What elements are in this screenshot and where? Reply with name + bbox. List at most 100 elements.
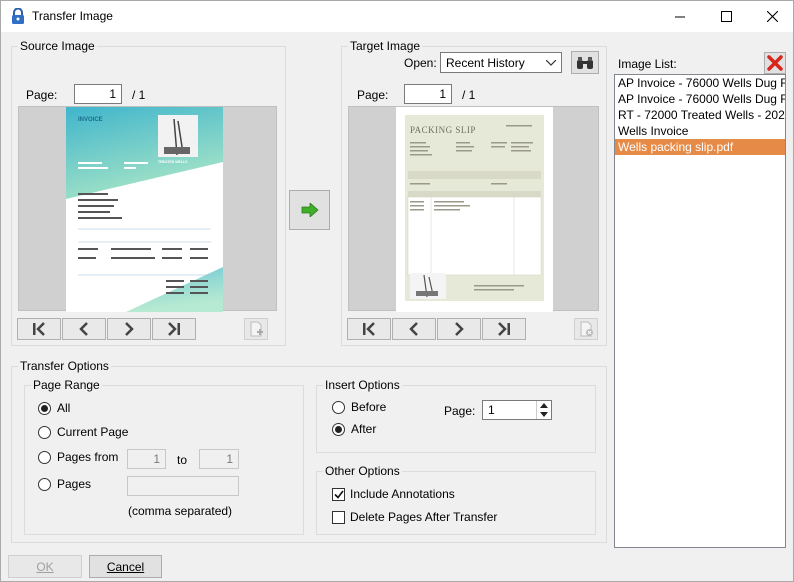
image-list-item[interactable]: AP Invoice - 76000 Wells Dug For Il — [615, 75, 785, 91]
insert-page-spinner[interactable]: 1 — [482, 400, 552, 420]
target-image-legend: Target Image — [350, 39, 421, 53]
add-page-button[interactable] — [244, 318, 268, 340]
page-range-from-label: Pages from — [57, 450, 119, 464]
cancel-button[interactable]: Cancel — [89, 555, 162, 578]
add-page-icon — [250, 321, 263, 337]
spinner-down-icon[interactable] — [537, 410, 551, 419]
first-page-icon — [363, 322, 375, 336]
pages-from-input[interactable]: 1 — [127, 449, 166, 469]
page-range-pages-label: Pages — [57, 477, 92, 491]
source-doc-email: TREATEDWELLS@HUMDRUMAIL.COM — [158, 179, 214, 183]
maximize-button[interactable] — [703, 1, 749, 32]
delete-image-button[interactable] — [764, 52, 786, 74]
arrow-right-icon — [301, 203, 319, 217]
include-annotations-checkbox[interactable]: Include Annotations — [332, 487, 455, 501]
lock-icon — [12, 8, 24, 24]
insert-options-legend: Insert Options — [325, 378, 400, 392]
target-page-total: / 1 — [462, 88, 476, 102]
spinner-up-icon[interactable] — [537, 401, 551, 410]
source-preview: INVOICE TREATED WELLS TREATEDWELLS@HUMDR… — [18, 106, 277, 312]
ok-button[interactable]: OK — [8, 555, 82, 578]
target-last-page-button[interactable] — [482, 318, 526, 340]
source-doc-heading: INVOICE — [78, 117, 103, 123]
pages-list-input[interactable] — [127, 476, 239, 496]
source-page-input[interactable]: 1 — [74, 84, 122, 104]
insert-before-label: Before — [351, 400, 387, 414]
remove-page-icon — [580, 321, 593, 337]
chevron-right-icon — [125, 322, 134, 336]
source-document-page: INVOICE TREATED WELLS TREATEDWELLS@HUMDR… — [66, 107, 223, 312]
image-list[interactable]: AP Invoice - 76000 Wells Dug For Il AP I… — [614, 74, 786, 548]
image-list-item-selected[interactable]: Wells packing slip.pdf — [615, 139, 785, 155]
source-prev-page-button[interactable] — [62, 318, 106, 340]
maximize-icon — [720, 11, 732, 22]
browse-button[interactable] — [571, 51, 599, 74]
target-doc-heading: PACKING SLIP — [410, 125, 476, 135]
radio-checked-icon — [332, 422, 345, 436]
insert-after-radio[interactable]: After — [332, 422, 376, 436]
source-next-page-button[interactable] — [107, 318, 151, 340]
source-page-label: Page: — [26, 88, 58, 102]
page-range-all-radio[interactable]: All — [38, 401, 70, 415]
image-list-item[interactable]: AP Invoice - 76000 Wells Dug For Il — [615, 91, 785, 107]
pages-to-input[interactable]: 1 — [199, 449, 239, 469]
target-document-page: PACKING SLIP — [396, 107, 553, 312]
target-prev-page-button[interactable] — [392, 318, 436, 340]
page-range-all-label: All — [57, 401, 71, 415]
source-document-graphic — [66, 107, 223, 312]
radio-unchecked-icon — [38, 477, 51, 491]
insert-page-value: 1 — [488, 403, 495, 417]
first-page-icon — [33, 322, 45, 336]
target-document-graphic — [405, 115, 544, 301]
include-annotations-label: Include Annotations — [350, 487, 455, 501]
page-range-pages-radio[interactable]: Pages — [38, 477, 91, 491]
target-page-input[interactable]: 1 — [404, 84, 452, 104]
radio-unchecked-icon — [332, 400, 345, 414]
remove-page-button[interactable] — [574, 318, 598, 340]
minimize-button[interactable] — [657, 1, 703, 32]
insert-page-label: Page: — [444, 404, 476, 418]
target-next-page-button[interactable] — [437, 318, 481, 340]
checkbox-checked-icon — [332, 487, 345, 501]
target-first-page-button[interactable] — [347, 318, 391, 340]
chevron-left-icon — [79, 322, 88, 336]
comma-separated-note: (comma separated) — [128, 504, 233, 518]
close-icon — [766, 11, 778, 22]
chevron-left-icon — [409, 322, 418, 336]
source-image-legend: Source Image — [20, 39, 95, 53]
source-last-page-button[interactable] — [152, 318, 196, 340]
transfer-options-legend: Transfer Options — [20, 359, 109, 373]
delete-pages-label: Delete Pages After Transfer — [350, 510, 498, 524]
radio-unchecked-icon — [38, 450, 51, 464]
open-dropdown[interactable]: Recent History — [440, 52, 562, 73]
page-range-current-label: Current Page — [57, 425, 129, 439]
close-button[interactable] — [749, 1, 794, 32]
transfer-image-window: Transfer Image Source Image Page: 1 / 1 — [0, 0, 794, 582]
source-page-total: / 1 — [132, 88, 146, 102]
target-preview: PACKING SLIP — [348, 106, 599, 312]
delete-pages-checkbox[interactable]: Delete Pages After Transfer — [332, 510, 497, 524]
target-page-label: Page: — [357, 88, 389, 102]
other-options-legend: Other Options — [325, 464, 400, 478]
insert-before-radio[interactable]: Before — [332, 400, 386, 414]
chevron-down-icon — [546, 60, 556, 66]
cancel-label: Cancel — [106, 559, 145, 574]
window-title: Transfer Image — [32, 9, 113, 23]
checkbox-unchecked-icon — [332, 510, 345, 524]
image-list-item[interactable]: Wells Invoice — [615, 123, 785, 139]
source-first-page-button[interactable] — [17, 318, 61, 340]
insert-after-label: After — [351, 422, 377, 436]
spinner-arrows[interactable] — [536, 401, 551, 419]
open-label: Open: — [404, 56, 437, 70]
page-range-current-radio[interactable]: Current Page — [38, 425, 128, 439]
image-list-label: Image List: — [618, 57, 677, 71]
last-page-icon — [168, 322, 180, 336]
page-range-from-radio[interactable]: Pages from — [38, 450, 118, 464]
page-range-legend: Page Range — [33, 378, 100, 392]
last-page-icon — [498, 322, 510, 336]
delete-x-icon — [767, 55, 783, 71]
title-bar: Transfer Image — [1, 1, 793, 32]
transfer-button[interactable] — [289, 190, 330, 230]
radio-checked-icon — [38, 401, 51, 415]
image-list-item[interactable]: RT - 72000 Treated Wells - 2020-F — [615, 107, 785, 123]
